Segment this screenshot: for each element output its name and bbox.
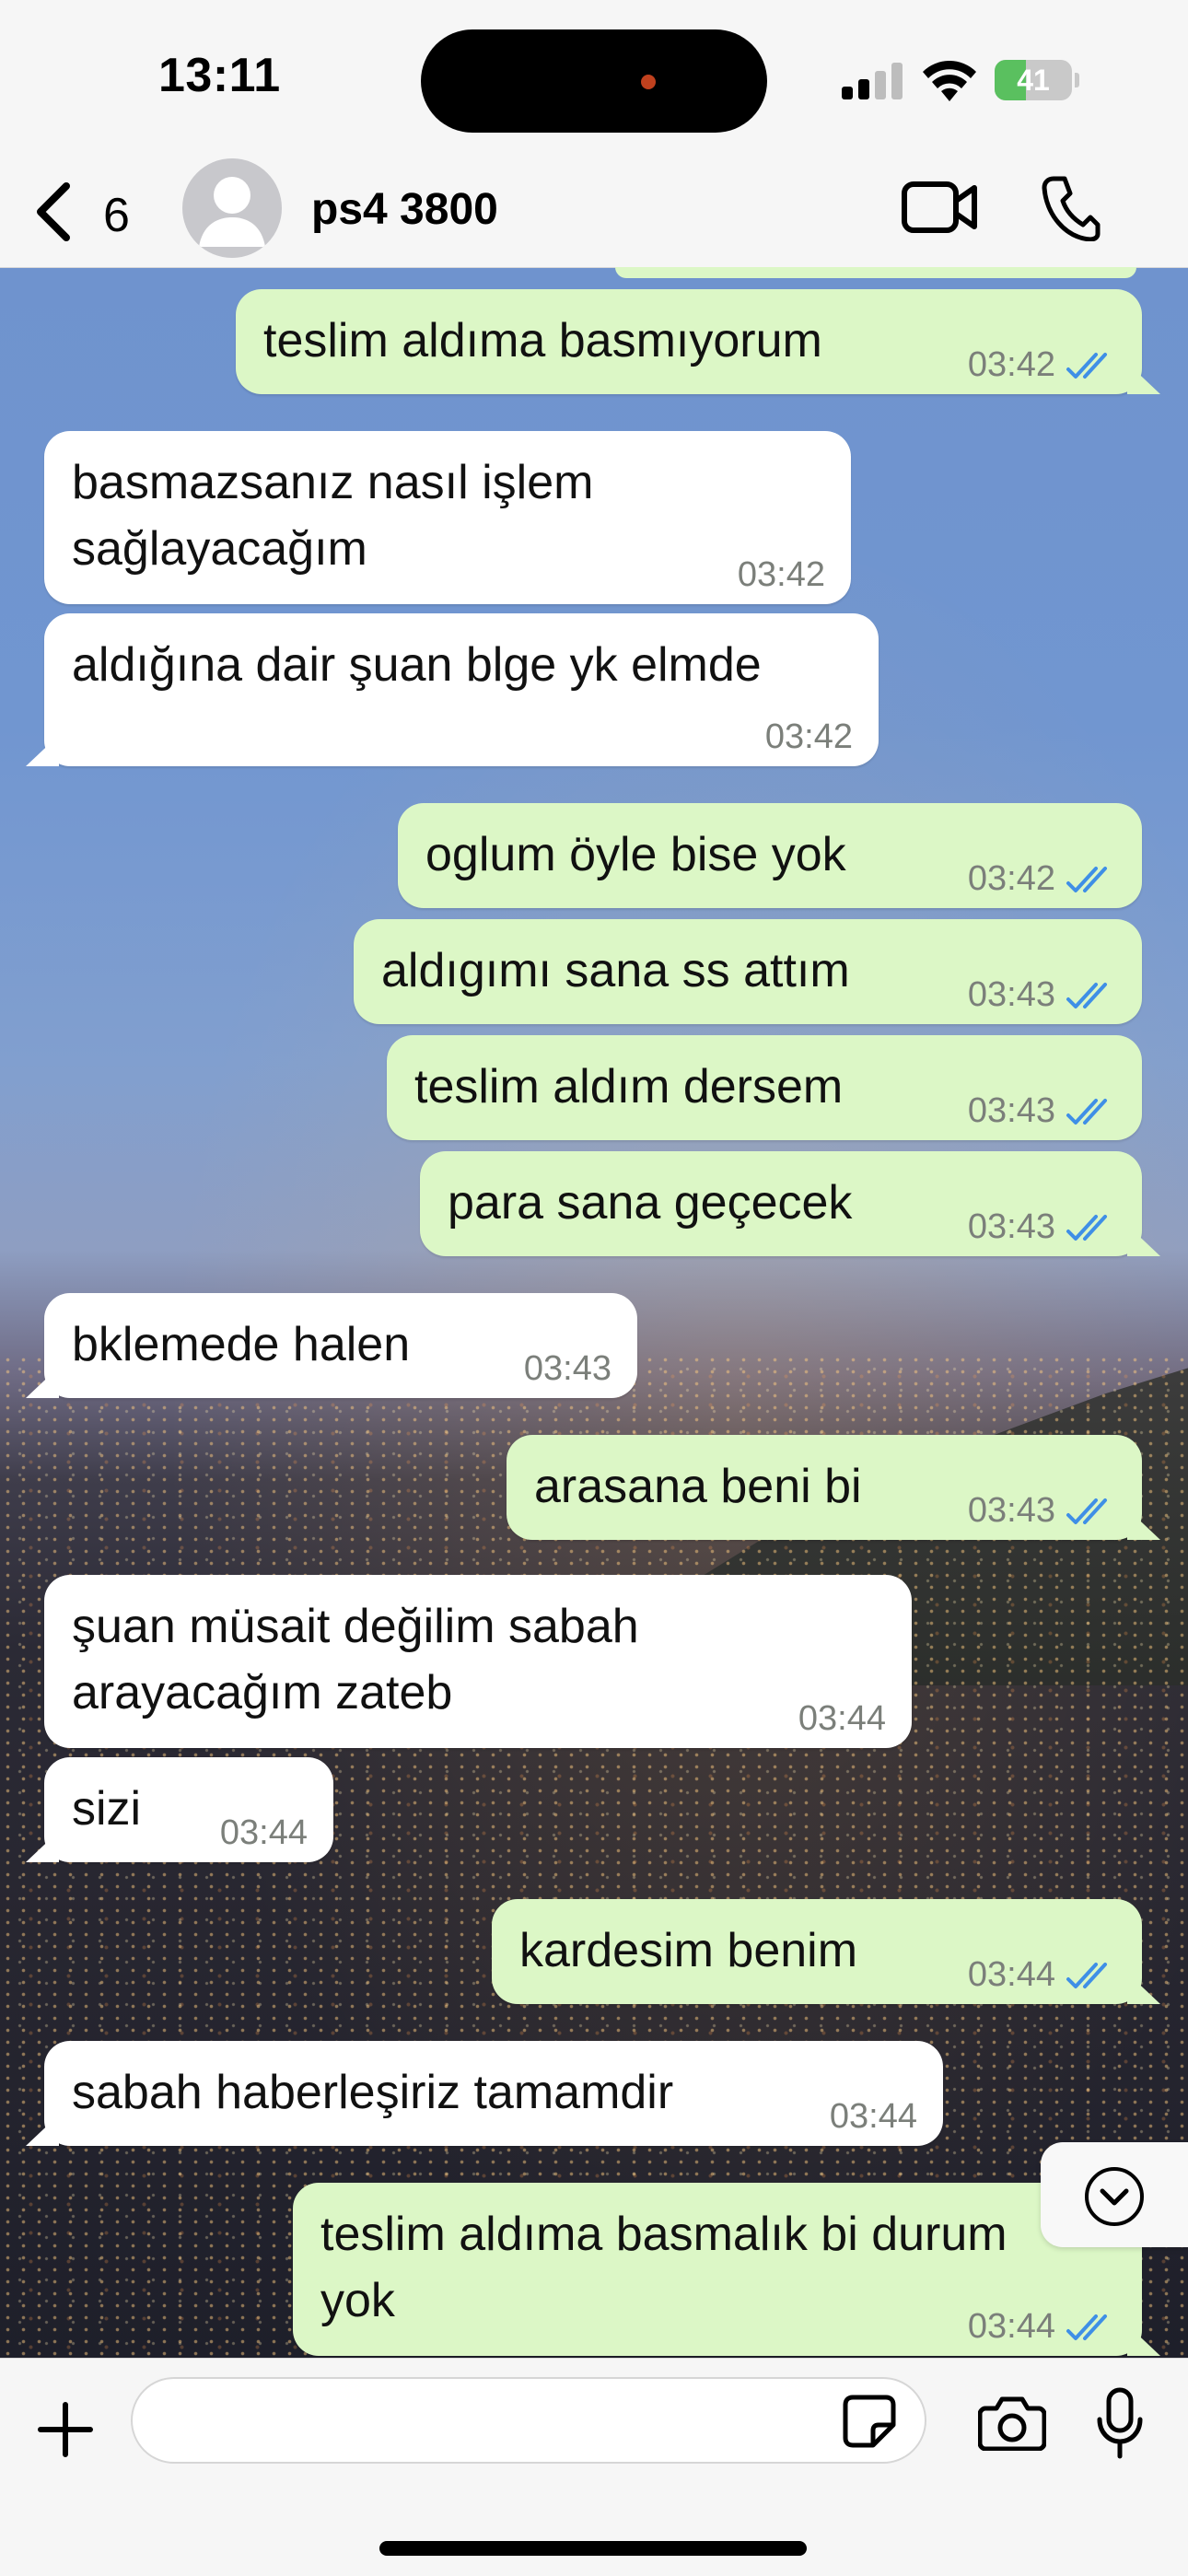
double-check-read-icon [1066, 867, 1107, 892]
message-meta: 03:44 [798, 1700, 886, 1737]
message-time: 03:42 [967, 345, 1055, 384]
message-bubble-incoming[interactable]: aldığına dair şuan blge yk elmde 03:42 [44, 613, 879, 766]
signal-icon [842, 63, 903, 99]
plus-icon [38, 2402, 93, 2457]
phone-call-button[interactable] [1041, 173, 1101, 242]
attach-button[interactable] [35, 2399, 96, 2460]
message-meta: 03:43 [968, 1492, 1118, 1529]
wifi-icon [923, 61, 976, 101]
message-time: 03:43 [523, 1349, 611, 1388]
message-text: şuan müsait değilim sabah arayacağım zat… [72, 1600, 639, 1719]
avatar[interactable] [182, 158, 282, 258]
message-meta: 03:44 [968, 2308, 1118, 2345]
voice-message-button[interactable] [1094, 2386, 1146, 2460]
message-time: 03:44 [967, 2307, 1055, 2346]
dynamic-island [421, 29, 767, 133]
message-bubble-incoming[interactable]: basmazsanız nasıl işlem sağlayacağım 03:… [44, 431, 851, 604]
battery-body: 41 [995, 60, 1072, 100]
microphone-icon [1097, 2387, 1143, 2459]
recording-indicator-icon [641, 75, 656, 89]
status-bar: 13:11 41 [0, 0, 1188, 157]
message-time: 03:43 [967, 1207, 1055, 1246]
message-text: aldığına dair şuan blge yk elmde [72, 638, 762, 692]
message-bubble-incoming[interactable]: sabah haberleşiriz tamamdir 03:44 [44, 2041, 943, 2146]
message-time: 03:44 [829, 2097, 917, 2136]
message-time: 03:42 [737, 555, 825, 594]
double-check-read-icon [1066, 1498, 1107, 1524]
back-button[interactable]: 6 [26, 173, 155, 251]
message-bubble-incoming[interactable]: sizi 03:44 [44, 1757, 333, 1862]
message-meta: 03:42 [765, 718, 853, 755]
message-input-bar [0, 2358, 1188, 2576]
message-bubble-outgoing[interactable]: arasana beni bi 03:43 [507, 1435, 1142, 1540]
scroll-to-bottom-button[interactable] [1041, 2142, 1188, 2247]
message-meta: 03:43 [968, 1092, 1118, 1129]
message-meta: 03:43 [968, 976, 1118, 1013]
message-list[interactable]: teslim aldıma basmıyorum 03:42 basmazsan… [0, 267, 1188, 2358]
sticker-button[interactable] [842, 2394, 897, 2449]
double-check-read-icon [1066, 1215, 1107, 1241]
double-check-read-icon [1066, 2314, 1107, 2340]
double-check-read-icon [1066, 983, 1107, 1008]
message-bubble-incoming[interactable]: şuan müsait değilim sabah arayacağım zat… [44, 1575, 912, 1748]
message-meta: 03:42 [738, 556, 825, 593]
message-bubble-outgoing[interactable]: teslim aldıma basmıyorum 03:42 [236, 289, 1142, 394]
message-time: 03:43 [967, 975, 1055, 1014]
contact-name[interactable]: ps4 3800 [311, 184, 498, 235]
message-input[interactable] [131, 2377, 926, 2464]
sticker-icon [843, 2395, 896, 2448]
double-check-read-icon [1066, 353, 1107, 379]
battery-charging-icon: 41 [995, 60, 1079, 100]
message-bubble-outgoing[interactable]: oglum öyle bise yok 03:42 [398, 803, 1142, 908]
video-camera-icon [902, 181, 977, 233]
message-meta: 03:42 [968, 860, 1118, 897]
message-time: 03:43 [967, 1491, 1055, 1530]
double-check-read-icon [1066, 1963, 1107, 1988]
battery-level: 41 [1017, 64, 1050, 97]
message-time: 03:44 [219, 1813, 308, 1852]
message-bubble-outgoing[interactable]: aldıgımı sana ss attım 03:43 [354, 919, 1142, 1024]
status-time: 13:11 [158, 49, 281, 102]
message-bubble-outgoing[interactable]: teslim aldım dersem 03:43 [387, 1035, 1142, 1140]
chevron-down-circle-icon [1085, 2167, 1144, 2226]
home-indicator[interactable] [379, 2541, 807, 2556]
double-check-read-icon [1066, 1099, 1107, 1125]
message-meta: 03:42 [968, 346, 1118, 383]
message-meta: 03:44 [830, 2098, 917, 2135]
phone-icon [1042, 176, 1101, 242]
avatar-placeholder-icon [199, 177, 265, 247]
message-meta: 03:43 [524, 1350, 611, 1387]
message-meta: 03:43 [968, 1208, 1118, 1245]
message-bubble-outgoing[interactable]: teslim aldıma basmalık bi durum yok 03:4… [293, 2183, 1142, 2356]
message-time: 03:44 [967, 1955, 1055, 1994]
message-bubble-outgoing[interactable]: kardesim benim 03:44 [492, 1899, 1142, 2004]
message-bubble-partial [615, 267, 1136, 278]
video-call-button[interactable] [901, 175, 980, 239]
message-bubble-outgoing[interactable]: para sana geçecek 03:43 [420, 1151, 1142, 1256]
camera-icon [977, 2396, 1047, 2452]
message-bubble-incoming[interactable]: bklemede halen 03:43 [44, 1293, 637, 1398]
chat-header: 6 ps4 3800 [0, 157, 1188, 268]
message-meta: 03:44 [968, 1956, 1118, 1993]
back-chevron-icon [37, 182, 70, 241]
message-time: 03:43 [967, 1091, 1055, 1130]
message-text: basmazsanız nasıl işlem sağlayacağım [72, 456, 594, 576]
message-time: 03:42 [764, 717, 853, 756]
message-text: sabah haberleşiriz tamamdir [72, 2066, 674, 2119]
message-time: 03:42 [967, 859, 1055, 898]
message-meta: 03:44 [220, 1814, 308, 1851]
message-time: 03:44 [798, 1699, 886, 1738]
camera-button[interactable] [977, 2395, 1047, 2452]
unread-chats-count: 6 [103, 189, 130, 242]
battery-tip [1075, 73, 1079, 87]
